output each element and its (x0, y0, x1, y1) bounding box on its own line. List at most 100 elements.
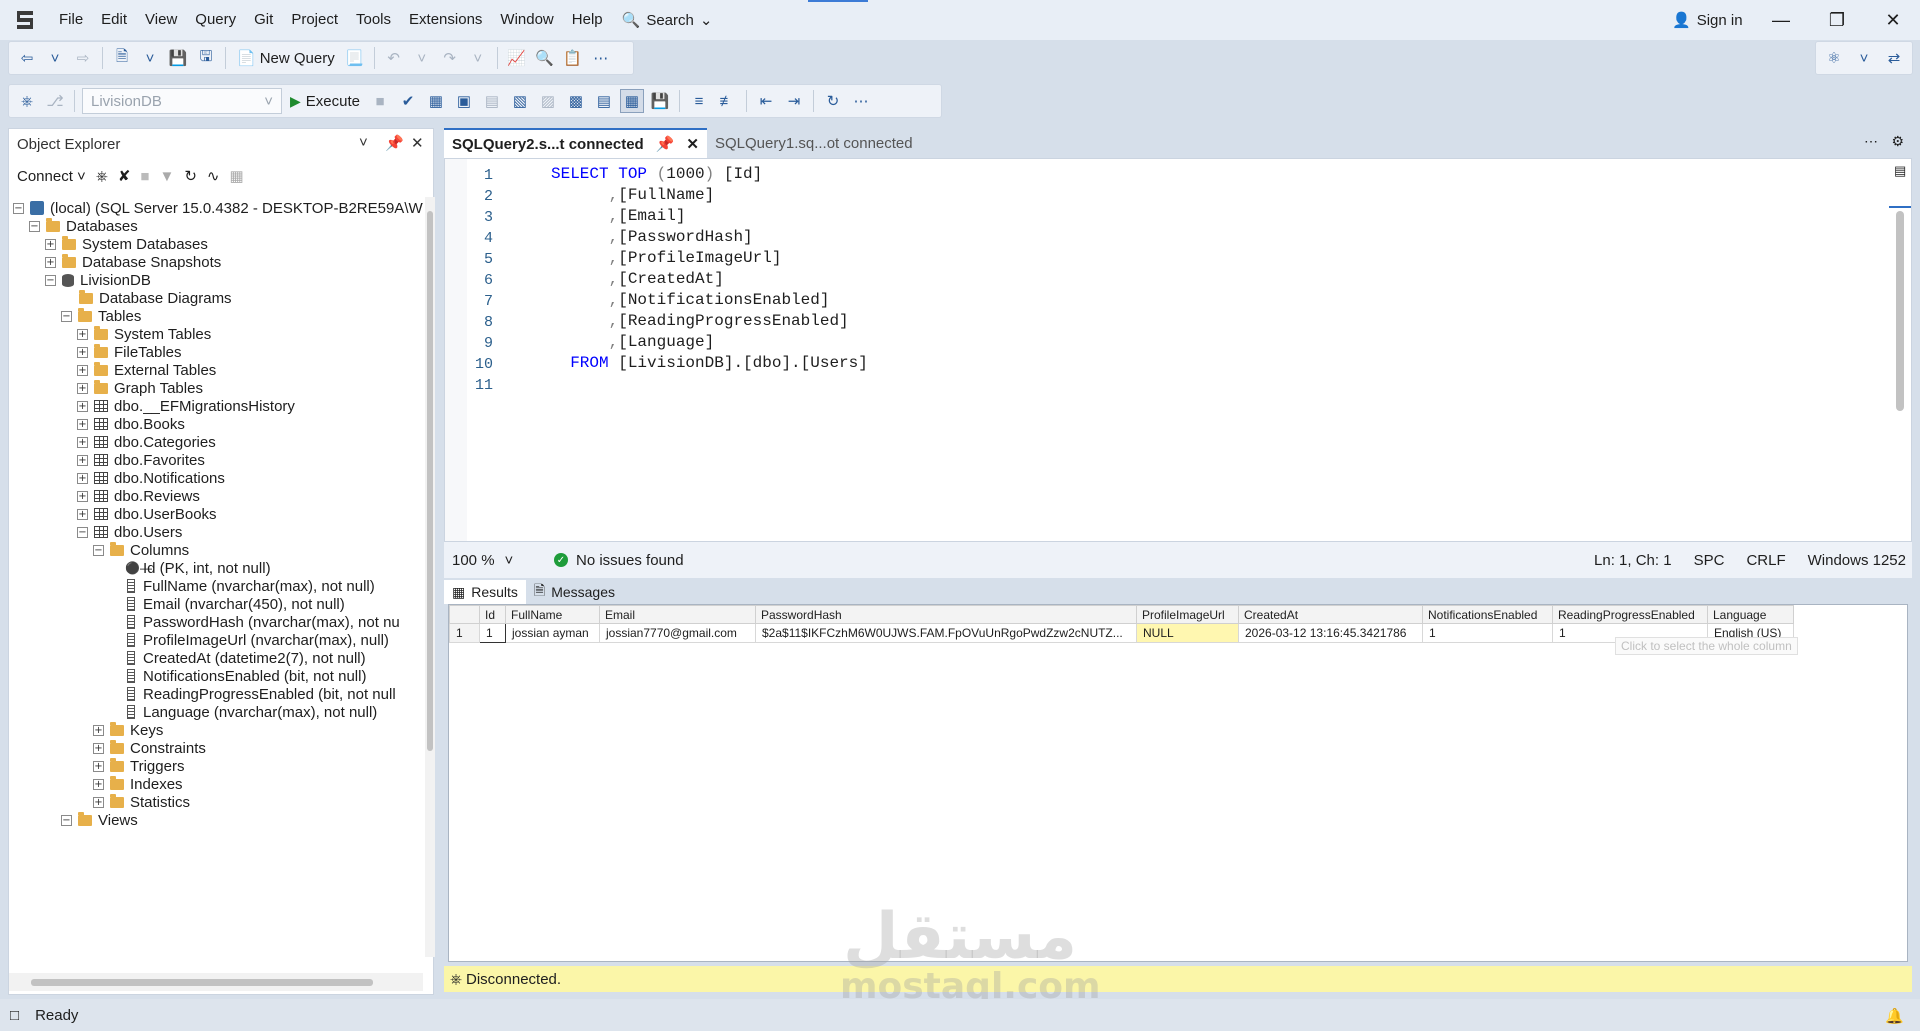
include-plan-icon[interactable]: ▧ (508, 89, 532, 113)
results-grid[interactable]: Id FullName Email PasswordHash ProfileIm… (448, 604, 1908, 962)
code-line[interactable]: FROM [LivisionDB].[dbo].[Users] (551, 354, 868, 375)
new-query-button[interactable]: 📄 New Query (233, 49, 339, 68)
copilot-icon[interactable]: ⚛ (1822, 46, 1846, 70)
row-number[interactable]: 1 (449, 623, 480, 643)
sign-in-button[interactable]: 👤 Sign in (1672, 0, 1743, 40)
table-cell[interactable]: 1 (1422, 623, 1553, 643)
expand-icon[interactable]: + (93, 778, 104, 790)
redo-icon[interactable]: ↷ (438, 46, 462, 70)
chat-icon[interactable]: □ (10, 1007, 19, 1024)
line-ending[interactable]: CRLF (1746, 552, 1785, 569)
collapse-icon[interactable]: − (13, 202, 24, 214)
chevron-down-icon[interactable]: ˅ (43, 46, 67, 70)
table-cell[interactable]: 2026-03-12 13:16:45.3421786 (1238, 623, 1423, 643)
stop-icon[interactable]: ■ (368, 89, 392, 113)
close-icon[interactable]: ✕ (411, 134, 424, 152)
database-select[interactable]: LivisionDB ˅ (82, 88, 282, 114)
menu-window[interactable]: Window (491, 0, 562, 40)
scroll-thumb[interactable] (427, 211, 433, 751)
gear-icon[interactable]: ⚙ (1891, 133, 1904, 150)
whitespace-mode[interactable]: SPC (1694, 552, 1725, 569)
split-icon[interactable]: ▤ (1894, 163, 1906, 179)
pin-icon[interactable]: 📌 (385, 134, 404, 152)
forward-icon[interactable]: ⇨ (71, 46, 95, 70)
table-row[interactable]: 1 1 jossian ayman jossian7770@gmail.com … (449, 623, 1794, 643)
column-header[interactable]: ProfileImageUrl (1136, 605, 1239, 624)
expand-icon[interactable]: + (77, 508, 88, 520)
collapse-icon[interactable]: − (93, 544, 104, 556)
increase-indent-icon[interactable]: ⇥ (782, 89, 806, 113)
column-header[interactable]: CreatedAt (1238, 605, 1423, 624)
expand-icon[interactable]: + (45, 238, 56, 250)
intellisense-icon[interactable]: ▤ (480, 89, 504, 113)
table-cell[interactable]: jossian ayman (505, 623, 600, 643)
column-header[interactable]: PasswordHash (755, 605, 1137, 624)
undo-icon[interactable]: ↶ (382, 46, 406, 70)
expand-icon[interactable]: + (45, 256, 56, 268)
menu-view[interactable]: View (136, 0, 186, 40)
stop-icon[interactable]: ■ (140, 168, 149, 185)
chevron-down-icon[interactable]: ˅ (359, 134, 368, 151)
back-icon[interactable]: ⇦ (15, 46, 39, 70)
expand-icon[interactable]: + (77, 346, 88, 358)
expand-icon[interactable]: + (93, 724, 104, 736)
tree-node-views[interactable]: − Views (61, 809, 138, 831)
refresh-icon[interactable]: ↻ (184, 167, 197, 185)
new-file-icon[interactable]: 🗎 (110, 46, 134, 70)
activity-icon[interactable]: ∿ (207, 167, 220, 185)
search-menu[interactable]: 🔍 Search ⌄ (612, 11, 723, 30)
menu-tools[interactable]: Tools (347, 0, 400, 40)
expand-icon[interactable]: + (77, 328, 88, 340)
column-header[interactable]: Id (479, 605, 506, 624)
query-options-icon[interactable]: ▣ (452, 89, 476, 113)
expand-icon[interactable]: + (77, 364, 88, 376)
chevron-down-icon[interactable]: ˅ (138, 46, 162, 70)
menu-project[interactable]: Project (282, 0, 347, 40)
expand-icon[interactable]: + (93, 796, 104, 808)
column-header[interactable]: Language (1707, 605, 1794, 624)
restore-button[interactable]: ❐ (1814, 0, 1860, 40)
notification-bell-icon[interactable]: 🔔 (1885, 1007, 1904, 1025)
query-editor[interactable]: 1 SELECT TOP (1000) [Id] 2 ,[FullName] 3 ,[… (444, 158, 1912, 542)
close-window-button[interactable]: ✕ (1870, 0, 1916, 40)
expand-icon[interactable]: + (77, 454, 88, 466)
menu-help[interactable]: Help (563, 0, 612, 40)
comment-icon[interactable]: ≡ (687, 89, 711, 113)
tab-sqlquery2[interactable]: SQLQuery2.s...t connected 📌 ✕ (444, 128, 707, 158)
row-number-header[interactable] (449, 605, 480, 624)
results-to-grid-icon[interactable]: ▦ (619, 89, 644, 113)
live-stats-icon[interactable]: ▨ (536, 89, 560, 113)
tree-node-column[interactable]: Language (nvarchar(max), not null) (127, 701, 377, 723)
code-line[interactable]: ,[NotificationsEnabled] (551, 291, 830, 312)
expand-icon[interactable]: + (77, 400, 88, 412)
change-connection-icon[interactable]: ⎇ (43, 89, 67, 113)
issues-indicator[interactable]: ✓ No issues found (554, 552, 684, 569)
code-line[interactable]: ,[PasswordHash] (551, 228, 753, 249)
menu-query[interactable]: Query (186, 0, 245, 40)
column-header[interactable]: ReadingProgressEnabled (1552, 605, 1708, 624)
tree-horizontal-scrollbar[interactable] (9, 973, 423, 991)
close-icon[interactable]: ✕ (686, 135, 699, 153)
save-all-icon[interactable]: 🖫 (194, 46, 218, 70)
scroll-thumb[interactable] (31, 979, 373, 986)
tab-messages[interactable]: 🗎 Messages (526, 580, 623, 604)
client-stats-icon[interactable]: ▩ (564, 89, 588, 113)
connect-icon[interactable]: ⎈ (15, 89, 39, 113)
code-line[interactable]: ,[CreatedAt] (551, 270, 724, 291)
collapse-icon[interactable]: − (61, 310, 72, 322)
query-file-icon[interactable]: 📃 (343, 46, 367, 70)
execute-button[interactable]: ▶ Execute (286, 93, 364, 110)
scroll-thumb[interactable] (1896, 211, 1904, 411)
table-cell[interactable]: NULL (1136, 623, 1239, 643)
more-icon[interactable]: ⋯ (849, 89, 873, 113)
collapse-icon[interactable]: − (61, 814, 72, 826)
menu-extensions[interactable]: Extensions (400, 0, 491, 40)
collapse-icon[interactable]: − (29, 220, 40, 232)
expand-icon[interactable]: + (77, 472, 88, 484)
specify-values-icon[interactable]: ↻ (821, 89, 845, 113)
expand-icon[interactable]: + (77, 418, 88, 430)
expand-icon[interactable]: + (77, 436, 88, 448)
menu-edit[interactable]: Edit (92, 0, 136, 40)
tab-overflow-icon[interactable]: ⋯ (1864, 133, 1878, 150)
live-share-icon[interactable]: ⇄ (1882, 46, 1906, 70)
